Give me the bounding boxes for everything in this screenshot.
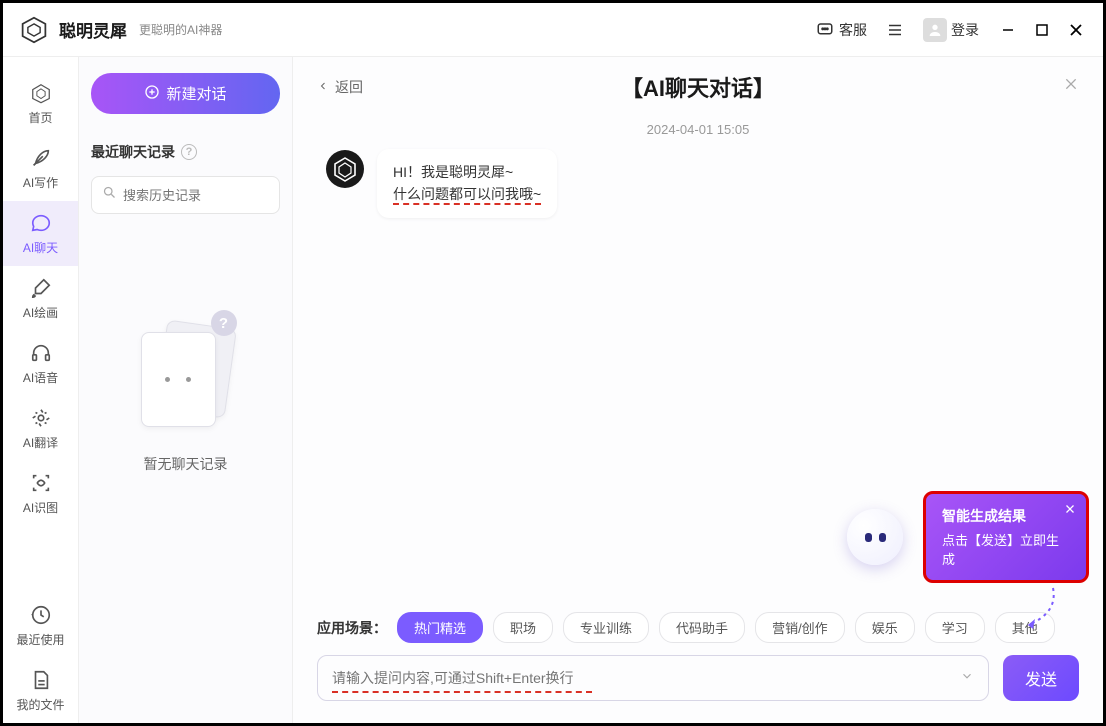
greeting-line-2: 什么问题都可以问我哦~	[393, 186, 541, 205]
brush-icon	[29, 276, 53, 300]
chip-code[interactable]: 代码助手	[659, 612, 745, 643]
app-tagline: 更聪明的AI神器	[139, 21, 222, 38]
chat-bubble-icon	[815, 20, 835, 40]
login-label: 登录	[951, 20, 979, 40]
input-highlight	[332, 691, 592, 693]
search-wrap[interactable]	[91, 176, 280, 214]
feather-icon	[29, 146, 53, 170]
tooltip-title: 智能生成结果	[942, 506, 1070, 526]
support-button[interactable]: 客服	[809, 16, 873, 44]
app-header: 聪明灵犀 更聪明的AI神器 客服 登录	[3, 3, 1103, 57]
assistant-float-icon[interactable]	[847, 509, 903, 565]
chevron-left-icon	[317, 79, 329, 95]
history-title: 最近聊天记录 ?	[91, 142, 280, 162]
chip-study[interactable]: 学习	[925, 612, 985, 643]
nav-label: 最近使用	[16, 631, 64, 648]
user-avatar-icon	[923, 18, 947, 42]
nav-label: AI翻译	[23, 434, 58, 451]
nav-writing[interactable]: AI写作	[3, 136, 78, 201]
nav-recent[interactable]: 最近使用	[3, 593, 78, 658]
new-chat-label: 新建对话	[166, 83, 226, 104]
history-panel: 新建对话 最近聊天记录 ? ? 暂无聊天记录	[79, 57, 293, 723]
sidebar-nav: 首页 AI写作 AI聊天 AI绘画 AI语音 AI翻译 AI识图 最	[3, 57, 79, 723]
nav-paint[interactable]: AI绘画	[3, 266, 78, 331]
chat-main: 返回 【AI聊天对话】 2024-04-01 15:05 HI！我是聪明灵犀~ …	[293, 57, 1103, 723]
tooltip-subtitle: 点击【发送】立即生成	[942, 530, 1070, 568]
empty-text: 暂无聊天记录	[144, 454, 228, 474]
chip-work[interactable]: 职场	[493, 612, 553, 643]
send-button[interactable]: 发送	[1003, 655, 1079, 701]
plus-circle-icon	[144, 84, 160, 104]
arrow-hint-icon	[1013, 583, 1063, 633]
nav-vision[interactable]: AI识图	[3, 461, 78, 526]
nav-label: 我的文件	[16, 696, 64, 713]
nav-translate[interactable]: AI翻译	[3, 396, 78, 461]
chat-icon	[29, 211, 53, 235]
chip-hot[interactable]: 热门精选	[397, 612, 483, 643]
nav-label: 首页	[28, 109, 52, 126]
nav-label: AI写作	[23, 174, 58, 191]
translate-icon	[29, 406, 53, 430]
tooltip-close-button[interactable]	[1064, 502, 1076, 518]
help-icon[interactable]: ?	[181, 144, 197, 160]
nav-home[interactable]: 首页	[3, 71, 78, 136]
chip-pro[interactable]: 专业训练	[563, 612, 649, 643]
hint-tooltip: 智能生成结果 点击【发送】立即生成	[923, 491, 1089, 583]
home-icon	[29, 81, 53, 105]
nav-label: AI识图	[23, 499, 58, 516]
app-name: 聪明灵犀	[59, 17, 127, 42]
back-button[interactable]: 返回	[317, 77, 363, 97]
assistant-avatar-icon	[325, 149, 365, 189]
scan-icon	[29, 471, 53, 495]
nav-label: AI绘画	[23, 304, 58, 321]
assistant-message: HI！我是聪明灵犀~ 什么问题都可以问我哦~	[325, 149, 1071, 218]
headphones-icon	[29, 341, 53, 365]
nav-chat[interactable]: AI聊天	[3, 201, 78, 266]
greeting-line-1: HI！我是聪明灵犀~	[393, 161, 541, 183]
page-title: 【AI聊天对话】	[621, 71, 775, 103]
back-label: 返回	[335, 77, 363, 97]
new-chat-button[interactable]: 新建对话	[91, 73, 280, 114]
chip-fun[interactable]: 娱乐	[855, 612, 915, 643]
app-logo-icon	[19, 15, 49, 45]
chip-marketing[interactable]: 营销/创作	[755, 612, 845, 643]
scenario-chips: 热门精选 职场 专业训练 代码助手 营销/创作 娱乐 学习 其他	[397, 612, 1055, 643]
empty-illustration-icon: ?	[131, 314, 241, 434]
nav-label: AI语音	[23, 369, 58, 386]
clock-icon	[29, 603, 53, 627]
input-row: 发送	[293, 655, 1103, 723]
search-input[interactable]	[123, 188, 299, 203]
timestamp: 2024-04-01 15:05	[325, 122, 1071, 137]
scenario-row: 应用场景： 热门精选 职场 专业训练 代码助手 营销/创作 娱乐 学习 其他	[293, 612, 1103, 643]
nav-files[interactable]: 我的文件	[3, 658, 78, 723]
close-button[interactable]	[1065, 19, 1087, 41]
search-icon	[102, 185, 117, 205]
maximize-button[interactable]	[1031, 19, 1053, 41]
message-bubble: HI！我是聪明灵犀~ 什么问题都可以问我哦~	[377, 149, 557, 218]
menu-icon[interactable]	[885, 20, 905, 40]
history-empty: ? 暂无聊天记录	[91, 314, 280, 474]
chevron-down-icon[interactable]	[960, 669, 974, 688]
login-button[interactable]: 登录	[917, 14, 985, 46]
send-label: 发送	[1025, 666, 1057, 690]
input-wrap[interactable]	[317, 655, 989, 701]
nav-voice[interactable]: AI语音	[3, 331, 78, 396]
scenario-label: 应用场景：	[317, 618, 387, 638]
minimize-button[interactable]	[997, 19, 1019, 41]
nav-label: AI聊天	[23, 239, 58, 256]
close-panel-button[interactable]	[1063, 75, 1079, 98]
prompt-input[interactable]	[332, 670, 960, 686]
file-icon	[29, 668, 53, 692]
support-label: 客服	[839, 20, 867, 40]
